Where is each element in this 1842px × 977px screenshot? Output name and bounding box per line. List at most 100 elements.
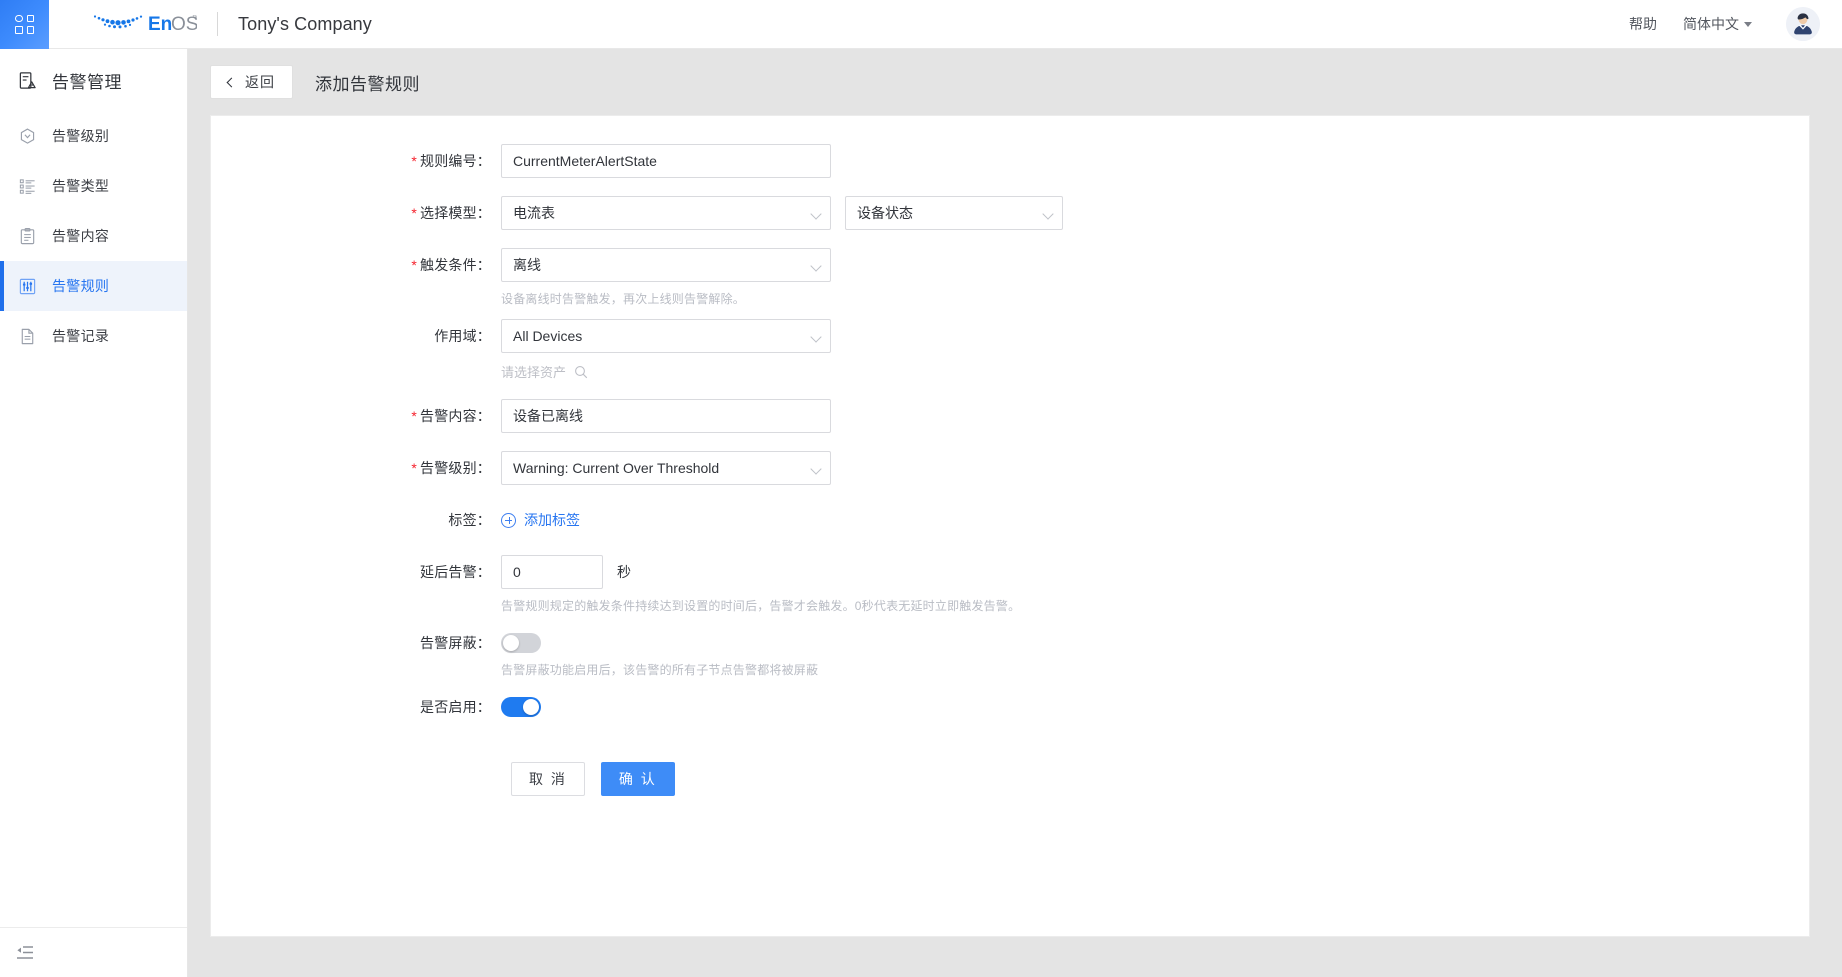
chevron-down-icon	[810, 463, 822, 475]
help-link[interactable]: 帮助	[1629, 14, 1657, 34]
sidebar-item-label: 告警类型	[52, 178, 110, 194]
sidebar-item-label: 告警级别	[52, 128, 110, 144]
language-selector[interactable]: 简体中文	[1683, 14, 1752, 34]
plus-circle-icon	[501, 512, 516, 528]
page-title: 添加告警规则	[315, 74, 420, 94]
trigger-select[interactable]: 离线	[501, 248, 831, 282]
search-icon	[575, 365, 588, 378]
delay-value: 0	[513, 564, 521, 580]
mask-label: 告警屏蔽：	[420, 635, 491, 651]
asset-picker-label: 请选择资产	[501, 365, 567, 380]
sidebar-item-alert-type[interactable]: 告警类型	[0, 161, 187, 211]
form-row-tags: 标签： 添加标签	[211, 503, 1809, 555]
alert-rule-form: * 规则编号： CurrentMeterAlertState * 选择模型： 电…	[211, 116, 1809, 796]
company-name: Tony's Company	[238, 13, 372, 34]
alert-content-value: 设备已离线	[513, 408, 583, 424]
chevron-down-icon	[810, 208, 822, 220]
sidebar-item-alert-rule[interactable]: 告警规则	[0, 261, 187, 311]
model-select[interactable]: 电流表	[501, 196, 831, 230]
form-row-alert-content: * 告警内容： 设备已离线	[211, 399, 1809, 451]
sidebar: 告警管理 告警级别 告警类型 告警内容 告警规则 告警记录	[0, 49, 188, 977]
delay-input[interactable]: 0	[501, 555, 603, 589]
required-star: *	[411, 205, 417, 221]
back-button-label: 返回	[245, 74, 275, 90]
menu-fold-icon[interactable]	[16, 945, 34, 961]
chevron-down-icon	[1744, 21, 1752, 27]
main-content: 返回 添加告警规则 *规则编号： CurrentMeterAlertState	[188, 49, 1842, 977]
enable-label: 是否启用：	[420, 699, 491, 715]
alert-content-label: * 告警内容：	[411, 408, 491, 424]
add-tag-button[interactable]: 添加标签	[501, 503, 1809, 537]
mask-control: 告警屏蔽功能启用后，该告警的所有子节点告警都将被屏蔽	[501, 626, 1809, 690]
model-attribute-value: 设备状态	[857, 205, 913, 221]
form-row-alert-level: * 告警级别： Warning: Current Over Threshold	[211, 451, 1809, 503]
sidebar-item-label: 告警内容	[52, 228, 110, 244]
required-star: *	[411, 460, 417, 476]
scope-control: All Devices 请选择资产	[501, 319, 1809, 399]
required-star: *	[411, 153, 417, 169]
sidebar-footer	[0, 927, 187, 977]
svg-text:En: En	[148, 14, 172, 35]
alert-type-icon	[19, 178, 35, 194]
sidebar-title: 告警管理	[0, 49, 187, 111]
alert-level-select[interactable]: Warning: Current Over Threshold	[501, 451, 831, 485]
add-tag-label: 添加标签	[524, 512, 580, 528]
chevron-down-icon	[810, 260, 822, 272]
rule-id-input[interactable]: CurrentMeterAlertState	[501, 144, 831, 178]
language-label: 简体中文	[1683, 16, 1739, 32]
alert-content-input[interactable]: 设备已离线	[501, 399, 831, 433]
form-row-scope: 作用域： All Devices 请选择资产	[211, 319, 1809, 399]
delay-hint: 告警规则规定的触发条件持续达到设置的时间后，告警才会触发。0秒代表无延时立即触发…	[501, 599, 1021, 613]
trigger-value: 离线	[513, 257, 541, 273]
model-selects: 电流表 设备状态	[501, 196, 1809, 230]
required-star: *	[411, 408, 417, 424]
page-header: 返回 添加告警规则	[188, 49, 1842, 115]
form-row-model: * 选择模型： 电流表 设备状态	[211, 196, 1809, 248]
asset-picker[interactable]: 请选择资产	[501, 362, 1809, 381]
alert-content-icon	[20, 227, 35, 244]
model-value: 电流表	[513, 205, 555, 221]
sidebar-item-label: 告警记录	[52, 328, 110, 344]
form-actions: 取 消 确 认	[211, 762, 1809, 796]
app-grid-icon	[15, 14, 34, 34]
sidebar-item-alert-content[interactable]: 告警内容	[0, 211, 187, 261]
scope-select[interactable]: All Devices	[501, 319, 831, 353]
toggle-knob	[503, 635, 519, 651]
form-row-trigger: * 触发条件： 离线 设备离线时告警触发，再次上线则告警解除。	[211, 248, 1809, 319]
alert-record-icon	[21, 328, 34, 344]
model-label: * 选择模型：	[411, 205, 491, 221]
alert-content-control: 设备已离线	[501, 399, 1809, 451]
back-button[interactable]: 返回	[210, 65, 293, 99]
avatar[interactable]	[1786, 7, 1820, 41]
svg-text:™: ™	[192, 15, 197, 22]
app-launcher-button[interactable]	[0, 0, 49, 49]
rule-id-value: CurrentMeterAlertState	[513, 153, 657, 169]
sidebar-item-alert-record[interactable]: 告警记录	[0, 311, 187, 361]
top-bar: En OS ™ Tony's Company 帮助 简体中文	[0, 0, 1842, 49]
trigger-label: * 触发条件：	[411, 257, 491, 273]
toggle-knob	[523, 699, 539, 715]
alert-mask-toggle[interactable]	[501, 633, 541, 653]
form-row-enable: 是否启用：	[211, 690, 1809, 724]
chevron-down-icon	[810, 331, 822, 343]
top-bar-right: 帮助 简体中文	[1629, 7, 1842, 41]
alert-rule-icon	[19, 278, 36, 294]
delay-unit-label: 秒	[617, 564, 631, 580]
chevron-down-icon	[1042, 208, 1054, 220]
alert-management-icon	[19, 71, 36, 89]
rule-id-label: * 规则编号：	[411, 153, 491, 169]
alert-level-control: Warning: Current Over Threshold	[501, 451, 1809, 503]
application-root: En OS ™ Tony's Company 帮助 简体中文 告警管理 告警级别…	[0, 0, 1842, 977]
confirm-button[interactable]: 确 认	[600, 762, 675, 796]
model-attribute-select[interactable]: 设备状态	[845, 196, 1063, 230]
form-row-rule-id: * 规则编号： CurrentMeterAlertState	[211, 144, 1809, 196]
cancel-button[interactable]: 取 消	[511, 762, 585, 796]
delay-label: 延后告警：	[420, 564, 491, 580]
model-control: 电流表 设备状态	[501, 196, 1809, 248]
enable-control	[501, 690, 1809, 717]
enos-logo: En OS ™	[93, 14, 197, 35]
alert-level-label: * 告警级别：	[411, 460, 491, 476]
rule-id-control: CurrentMeterAlertState	[501, 144, 1809, 196]
sidebar-item-alert-level[interactable]: 告警级别	[0, 111, 187, 161]
enable-toggle[interactable]	[501, 697, 541, 717]
